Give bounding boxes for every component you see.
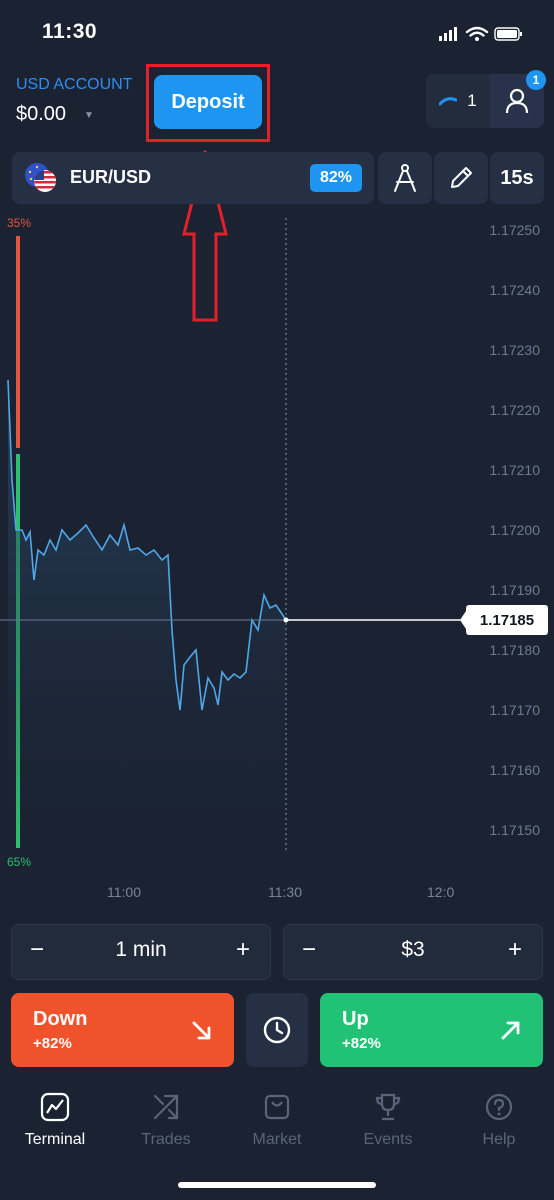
nav-trades-label: Trades	[141, 1131, 191, 1148]
help-icon	[485, 1093, 513, 1121]
pending-trade-button[interactable]	[246, 993, 308, 1067]
terminal-icon	[40, 1092, 70, 1122]
status-time: 11:30	[42, 20, 98, 43]
nav-market-label: Market	[252, 1131, 302, 1148]
down-payout: +82%	[33, 1035, 72, 1052]
current-price-label: 1.17185	[466, 605, 548, 635]
price-tick: 1.17200	[489, 522, 540, 538]
compass-icon	[394, 164, 416, 192]
signal-icon	[439, 27, 457, 41]
account-balance[interactable]: $0.00	[16, 103, 66, 126]
arrow-down-right-icon	[192, 1021, 211, 1040]
price-tick: 1.17230	[489, 342, 540, 358]
up-label: Up	[342, 1008, 369, 1030]
draw-button[interactable]	[434, 152, 488, 204]
sentiment-down-bar	[16, 236, 20, 448]
amount-minus-button[interactable]: −	[302, 936, 316, 964]
trophy-icon	[375, 1093, 401, 1121]
notification-badge: 1	[526, 70, 546, 90]
nav-market[interactable]: Market	[232, 1092, 322, 1149]
price-tick: 1.17150	[489, 822, 540, 838]
time-tick: 12:0	[427, 884, 455, 900]
time-tick: 11:30	[268, 884, 302, 900]
nav-help[interactable]: Help	[454, 1092, 544, 1149]
duration-plus-button[interactable]: +	[236, 936, 250, 964]
market-icon	[264, 1094, 290, 1120]
down-label: Down	[33, 1008, 88, 1030]
asset-name: EUR/USD	[70, 167, 152, 187]
chevron-down-icon[interactable]: ▼	[84, 110, 94, 121]
account-type-label[interactable]: USD ACCOUNT	[16, 76, 132, 94]
nav-trades[interactable]: Trades	[121, 1092, 211, 1149]
nav-terminal[interactable]: Terminal	[10, 1092, 100, 1149]
amount-plus-button[interactable]: +	[508, 936, 522, 964]
price-tick: 1.17170	[489, 702, 540, 718]
payout-badge: 82%	[310, 164, 362, 192]
timeframe-button[interactable]: 15s	[490, 152, 544, 204]
user-icon	[505, 88, 529, 114]
price-tick: 1.17210	[489, 462, 540, 478]
drawing-tools-button[interactable]	[378, 152, 432, 204]
charts-layout-button[interactable]: 1	[426, 74, 490, 128]
price-tick: 1.17220	[489, 402, 540, 418]
home-indicator[interactable]	[178, 1182, 376, 1188]
duration-minus-button[interactable]: −	[30, 936, 44, 964]
price-tick: 1.17160	[489, 762, 540, 778]
charts-count: 1	[467, 91, 477, 110]
arrow-up-right-icon	[501, 1021, 520, 1040]
wifi-icon	[465, 26, 489, 37]
price-tick: 1.17250	[489, 222, 540, 238]
up-payout: +82%	[342, 1035, 381, 1052]
clock-icon	[263, 1016, 291, 1044]
time-tick: 11:00	[107, 884, 141, 900]
amount-value[interactable]: $3	[352, 938, 474, 962]
sentiment-down-label: 35%	[7, 216, 32, 230]
pencil-icon	[451, 167, 472, 188]
nav-help-label: Help	[482, 1131, 516, 1148]
price-tick: 1.17180	[489, 642, 540, 658]
price-tick: 1.17190	[489, 582, 540, 598]
nav-events[interactable]: Events	[343, 1092, 433, 1149]
nav-terminal-label: Terminal	[24, 1131, 86, 1148]
down-button[interactable]: Down +82%	[11, 993, 234, 1067]
chart-line-icon	[439, 97, 458, 106]
eu-us-flag-icon	[25, 163, 56, 192]
current-price-dot	[283, 617, 289, 623]
nav-events-label: Events	[363, 1131, 413, 1148]
trades-icon	[153, 1094, 179, 1120]
price-tick: 1.17240	[489, 282, 540, 298]
up-button[interactable]: Up +82%	[320, 993, 543, 1067]
status-icons	[439, 26, 522, 41]
price-area	[8, 380, 286, 850]
duration-value[interactable]: 1 min	[80, 938, 202, 962]
sentiment-up-label: 65%	[7, 855, 32, 869]
price-chart[interactable]	[0, 210, 554, 910]
deposit-button[interactable]: Deposit	[154, 75, 262, 129]
battery-icon	[494, 27, 522, 41]
